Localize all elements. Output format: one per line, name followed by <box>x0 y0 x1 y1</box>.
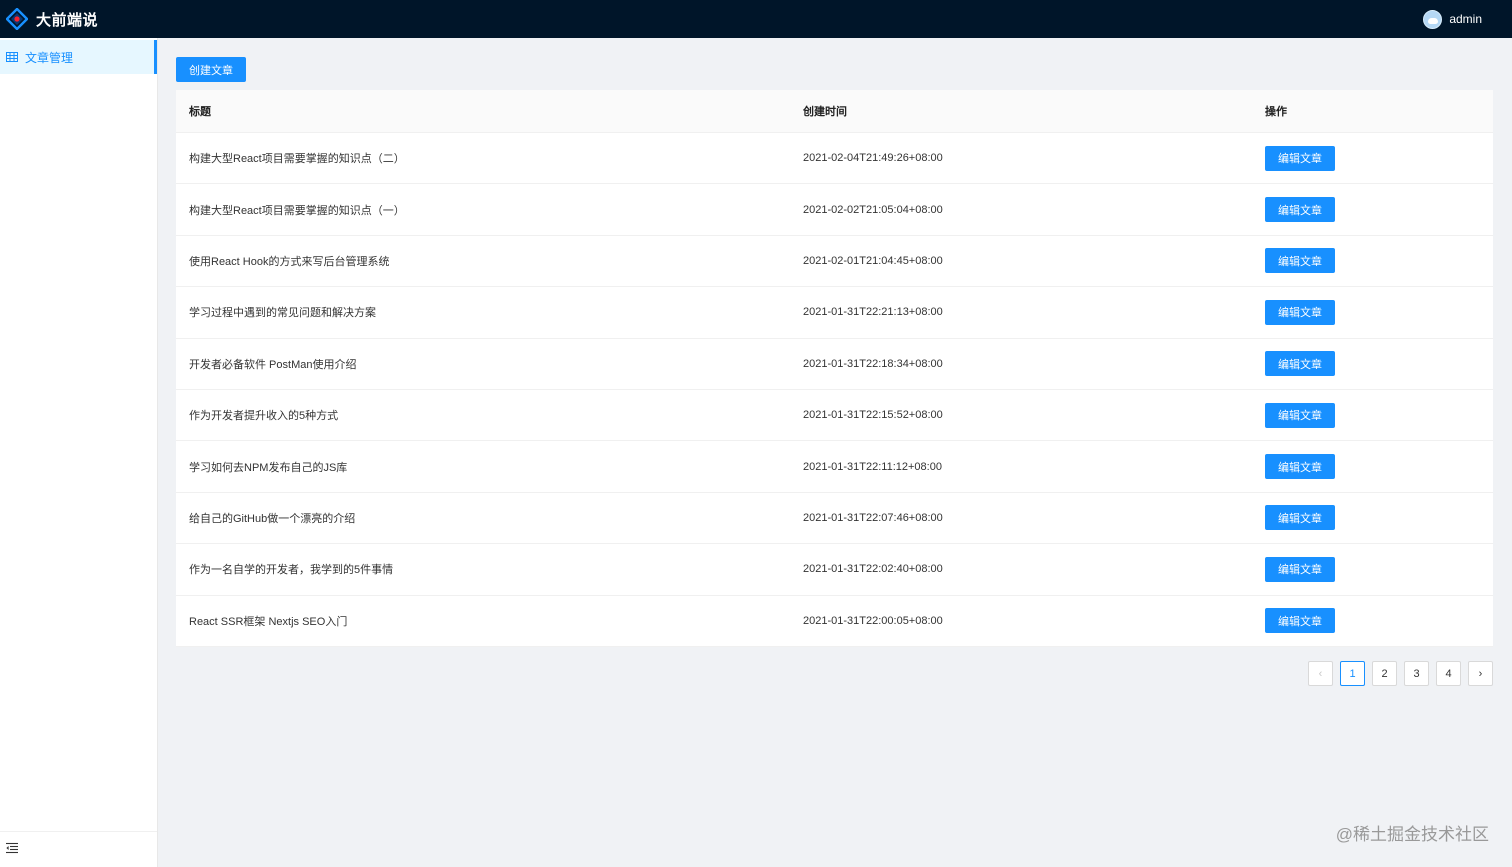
edit-article-button[interactable]: 编辑文章 <box>1265 248 1335 274</box>
column-header-title: 标题 <box>189 106 211 118</box>
edit-article-button[interactable]: 编辑文章 <box>1265 145 1335 171</box>
article-created-time: 2021-01-31T22:02:40+08:00 <box>803 563 943 576</box>
sidebar-collapse-toggle[interactable] <box>0 831 157 867</box>
article-created-time: 2021-01-31T22:21:13+08:00 <box>803 306 943 319</box>
table-row: 给自己的GitHub做一个漂亮的介绍 2021-01-31T22:07:46+08… <box>176 493 1493 545</box>
article-title: 作为开发者提升收入的5种方式 <box>189 410 339 423</box>
table-icon <box>6 51 18 63</box>
table-row: 构建大型React项目需要掌握的知识点（二） 2021-02-04T21:49:2… <box>176 133 1493 185</box>
table-row: 构建大型React项目需要掌握的知识点（一） 2021-02-02T21:05:0… <box>176 184 1493 236</box>
article-created-time: 2021-01-31T22:18:34+08:00 <box>803 357 943 370</box>
article-action-cell: 编辑文章 <box>1252 299 1493 325</box>
edit-article-button[interactable]: 编辑文章 <box>1265 505 1335 531</box>
edit-article-button[interactable]: 编辑文章 <box>1265 556 1335 582</box>
article-title: 构建大型React项目需要掌握的知识点（二） <box>189 153 405 166</box>
edit-article-button[interactable]: 编辑文章 <box>1265 197 1335 223</box>
edit-article-button[interactable]: 编辑文章 <box>1265 402 1335 428</box>
article-created-time: 2021-02-01T21:04:45+08:00 <box>803 254 943 267</box>
table-row: 学习如何去NPM发布自己的JS库 2021-01-31T22:11:12+08:0… <box>176 441 1493 493</box>
avatar[interactable] <box>1423 9 1443 29</box>
article-title: 使用React Hook的方式来写后台管理系统 <box>189 255 390 268</box>
article-action-cell: 编辑文章 <box>1252 248 1493 274</box>
pagination-page-2[interactable]: 2 <box>1372 661 1397 686</box>
article-action-cell: 编辑文章 <box>1252 197 1493 223</box>
column-header-action: 操作 <box>1265 106 1287 118</box>
table-body: 构建大型React项目需要掌握的知识点（二） 2021-02-04T21:49:2… <box>176 133 1493 647</box>
article-action-cell: 编辑文章 <box>1252 454 1493 480</box>
table-row: 开发者必备软件 PostMan使用介绍 2021-01-31T22:18:34+0… <box>176 339 1493 390</box>
edit-article-button[interactable]: 编辑文章 <box>1265 299 1335 325</box>
top-header: 大前端说 admin <box>0 0 1512 38</box>
article-title: 学习过程中遇到的常见问题和解决方案 <box>189 307 376 320</box>
pagination-prev-button[interactable]: ‹ <box>1308 661 1333 686</box>
article-created-time: 2021-01-31T22:07:46+08:00 <box>803 511 943 524</box>
table-row: React SSR框架 Nextjs SEO入门 2021-01-31T22:00… <box>176 596 1493 647</box>
sidebar-item-article-management[interactable]: 文章管理 <box>0 40 157 74</box>
table-row: 作为开发者提升收入的5种方式 2021-01-31T22:15:52+08:00 编… <box>176 390 1493 442</box>
article-action-cell: 编辑文章 <box>1252 145 1493 171</box>
pagination: ‹ 1 2 3 4 › <box>1301 661 1493 686</box>
article-title: 开发者必备软件 PostMan使用介绍 <box>189 358 357 371</box>
edit-article-button[interactable]: 编辑文章 <box>1265 454 1335 480</box>
column-header-created: 创建时间 <box>803 106 847 118</box>
article-action-cell: 编辑文章 <box>1252 402 1493 428</box>
edit-article-button[interactable]: 编辑文章 <box>1265 608 1335 634</box>
pagination-page-3[interactable]: 3 <box>1404 661 1429 686</box>
article-created-time: 2021-02-02T21:05:04+08:00 <box>803 203 943 216</box>
sidebar: 文章管理 <box>0 38 158 867</box>
table-row: 作为一名自学的开发者，我学到的5件事情 2021-01-31T22:02:40+0… <box>176 544 1493 596</box>
app-title: 大前端说 <box>36 11 99 29</box>
table-row: 使用React Hook的方式来写后台管理系统 2021-02-01T21:04:… <box>176 236 1493 288</box>
article-created-time: 2021-02-04T21:49:26+08:00 <box>803 152 943 165</box>
logo-icon <box>6 8 28 30</box>
article-title: 作为一名自学的开发者，我学到的5件事情 <box>189 564 394 577</box>
article-created-time: 2021-01-31T22:11:12+08:00 <box>803 460 942 473</box>
article-created-time: 2021-01-31T22:00:05+08:00 <box>803 614 943 627</box>
article-title: 学习如何去NPM发布自己的JS库 <box>189 461 348 474</box>
sidebar-item-label: 文章管理 <box>25 50 74 65</box>
article-title: 构建大型React项目需要掌握的知识点（一） <box>189 204 405 217</box>
menu-fold-icon <box>6 842 18 857</box>
watermark: @稀土掘金技术社区 <box>1335 825 1489 844</box>
article-title: React SSR框架 Nextjs SEO入门 <box>189 615 348 628</box>
article-created-time: 2021-01-31T22:15:52+08:00 <box>803 409 943 422</box>
article-action-cell: 编辑文章 <box>1252 505 1493 531</box>
brand[interactable]: 大前端说 <box>6 8 98 30</box>
table-header: 标题 创建时间 操作 <box>176 90 1493 133</box>
article-table: 标题 创建时间 操作 构建大型React项目需要掌握的知识点（二） 2021-02… <box>176 90 1493 647</box>
pagination-page-4[interactable]: 4 <box>1436 661 1461 686</box>
article-action-cell: 编辑文章 <box>1252 556 1493 582</box>
article-action-cell: 编辑文章 <box>1252 351 1493 377</box>
username: admin <box>1449 12 1482 26</box>
edit-article-button[interactable]: 编辑文章 <box>1265 351 1335 377</box>
create-article-button[interactable]: 创建文章 <box>176 57 246 82</box>
pagination-page-1[interactable]: 1 <box>1340 661 1365 686</box>
pagination-next-button[interactable]: › <box>1468 661 1493 686</box>
user-menu[interactable]: admin <box>1423 9 1482 29</box>
article-action-cell: 编辑文章 <box>1252 608 1493 634</box>
table-row: 学习过程中遇到的常见问题和解决方案 2021-01-31T22:21:13+08:… <box>176 287 1493 339</box>
article-title: 给自己的GitHub做一个漂亮的介绍 <box>189 512 356 525</box>
